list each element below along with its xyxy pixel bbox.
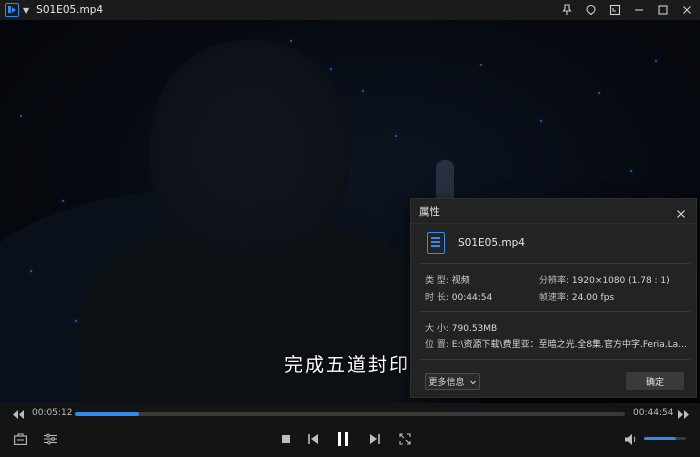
stop-icon[interactable] [281, 434, 291, 444]
prop-resolution-value: 1920×1080 (1.78 : 1) [571, 276, 670, 286]
prop-type: 类 型: 视频 [425, 273, 470, 286]
prop-size-label: 大 小: [425, 324, 449, 334]
prop-type-label: 类 型: [425, 276, 449, 286]
prop-framerate-value: 24.00 fps [571, 293, 615, 303]
dialog-file-row: S01E05.mp4 [427, 232, 525, 254]
control-bar: 00:05:12 00:44:54 [0, 403, 700, 457]
fast-forward-icon[interactable] [677, 408, 689, 420]
dialog-close-icon[interactable] [675, 205, 687, 218]
fullscreen-icon[interactable] [398, 432, 412, 446]
previous-icon[interactable] [307, 433, 319, 445]
dialog-divider [419, 263, 690, 264]
sparkle [20, 115, 22, 117]
prop-size: 大 小: 790.53MB [425, 321, 497, 334]
next-icon[interactable] [369, 433, 381, 445]
close-icon[interactable] [680, 3, 694, 17]
volume-fill [644, 437, 676, 440]
prop-resolution: 分辨率: 1920×1080 (1.78 : 1) [539, 273, 670, 286]
maximize-icon[interactable] [656, 3, 670, 17]
current-time: 00:05:12 [32, 408, 73, 418]
volume-slider[interactable] [644, 437, 686, 440]
app-logo-icon[interactable] [5, 3, 19, 17]
window-controls [560, 0, 694, 20]
prop-duration-value: 00:44:54 [451, 293, 493, 303]
prop-framerate: 帧速率: 24.00 fps [539, 290, 614, 303]
menu-caret-icon[interactable]: ▼ [23, 6, 29, 15]
dialog-header: 属性 [411, 199, 696, 224]
window-title: S01E05.mp4 [36, 4, 104, 16]
sparkle [75, 320, 77, 322]
sparkle [480, 64, 482, 66]
sparkle [290, 40, 292, 42]
skin-icon[interactable] [584, 3, 598, 17]
dialog-divider [419, 359, 690, 360]
mini-mode-icon[interactable] [608, 3, 622, 17]
prop-duration: 时 长: 00:44:54 [425, 290, 492, 303]
dialog-divider [419, 311, 690, 312]
total-time: 00:44:54 [633, 408, 674, 418]
sparkle [395, 135, 397, 137]
progress-fill [75, 412, 139, 416]
chevron-down-icon [469, 380, 476, 384]
prop-location-label: 位 置: [425, 340, 449, 350]
sparkle [630, 170, 632, 172]
prop-location-value[interactable]: E:\资源下载\费里亚：至暗之光.全8集.官方中字.Feria.La... [452, 340, 687, 350]
minimize-icon[interactable] [632, 3, 646, 17]
rewind-icon[interactable] [12, 408, 24, 420]
progress-track[interactable] [75, 412, 625, 416]
properties-dialog: 属性 S01E05.mp4 类 型: 视频 分辨率: 1920×1080 (1.… [410, 198, 697, 398]
pause-icon[interactable] [335, 431, 351, 447]
video-file-icon [427, 232, 445, 254]
prop-size-value: 790.53MB [451, 324, 498, 334]
title-bar: ▼ S01E05.mp4 [0, 0, 700, 20]
subtitle-text: 完成五道封印 [284, 354, 411, 376]
pin-icon[interactable] [560, 3, 574, 17]
prop-framerate-label: 帧速率: [539, 293, 570, 303]
scene-silhouette-head [150, 40, 350, 250]
playlist-icon[interactable] [13, 432, 27, 446]
sparkle [362, 90, 364, 92]
sparkle [30, 270, 32, 272]
sparkle [330, 68, 332, 70]
prop-location: 位 置: E:\资源下载\费里亚：至暗之光.全8集.官方中字.Feria.La.… [425, 337, 687, 350]
sparkle [655, 60, 657, 62]
dialog-title: 属性 [419, 205, 440, 218]
ok-button[interactable]: 确定 [626, 372, 684, 390]
more-info-label: 更多信息 [428, 378, 465, 388]
prop-resolution-label: 分辨率: [539, 276, 570, 286]
prop-type-value: 视频 [451, 276, 470, 286]
settings-sliders-icon[interactable] [43, 432, 57, 446]
dialog-file-name: S01E05.mp4 [458, 237, 525, 249]
more-info-button[interactable]: 更多信息 [425, 373, 480, 390]
volume-icon[interactable] [624, 432, 638, 446]
sparkle [598, 92, 600, 94]
sparkle [540, 120, 542, 122]
sparkle [62, 200, 64, 202]
prop-duration-label: 时 长: [425, 293, 449, 303]
